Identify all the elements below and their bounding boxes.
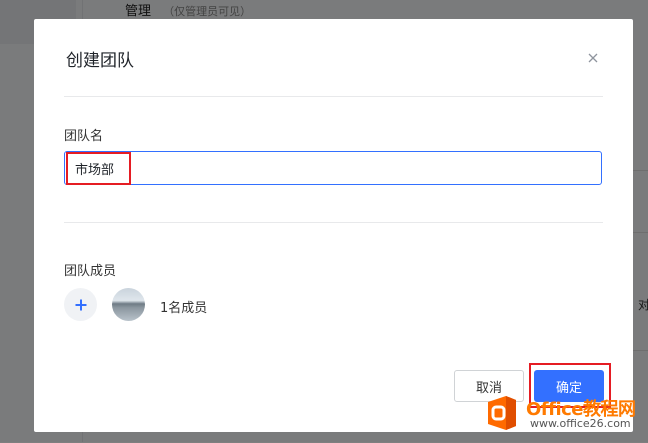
plus-icon xyxy=(75,299,86,310)
watermark-url: www.office26.com xyxy=(530,417,631,430)
section-divider xyxy=(64,222,603,223)
team-name-input[interactable] xyxy=(64,151,602,185)
dialog-title: 创建团队 xyxy=(66,51,134,71)
member-count: 1名成员 xyxy=(160,301,208,316)
office-logo-icon xyxy=(488,396,516,430)
header-divider xyxy=(64,96,603,97)
team-members-label: 团队成员 xyxy=(64,264,117,279)
close-icon[interactable] xyxy=(586,51,600,65)
team-name-label: 团队名 xyxy=(64,129,104,144)
avatar xyxy=(112,288,145,321)
watermark: Office教程网 www.office26.com xyxy=(484,394,644,436)
create-team-dialog: 创建团队 团队名 团队成员 1名成员 取消 确定 xyxy=(34,19,633,432)
add-member-button[interactable] xyxy=(64,288,97,321)
